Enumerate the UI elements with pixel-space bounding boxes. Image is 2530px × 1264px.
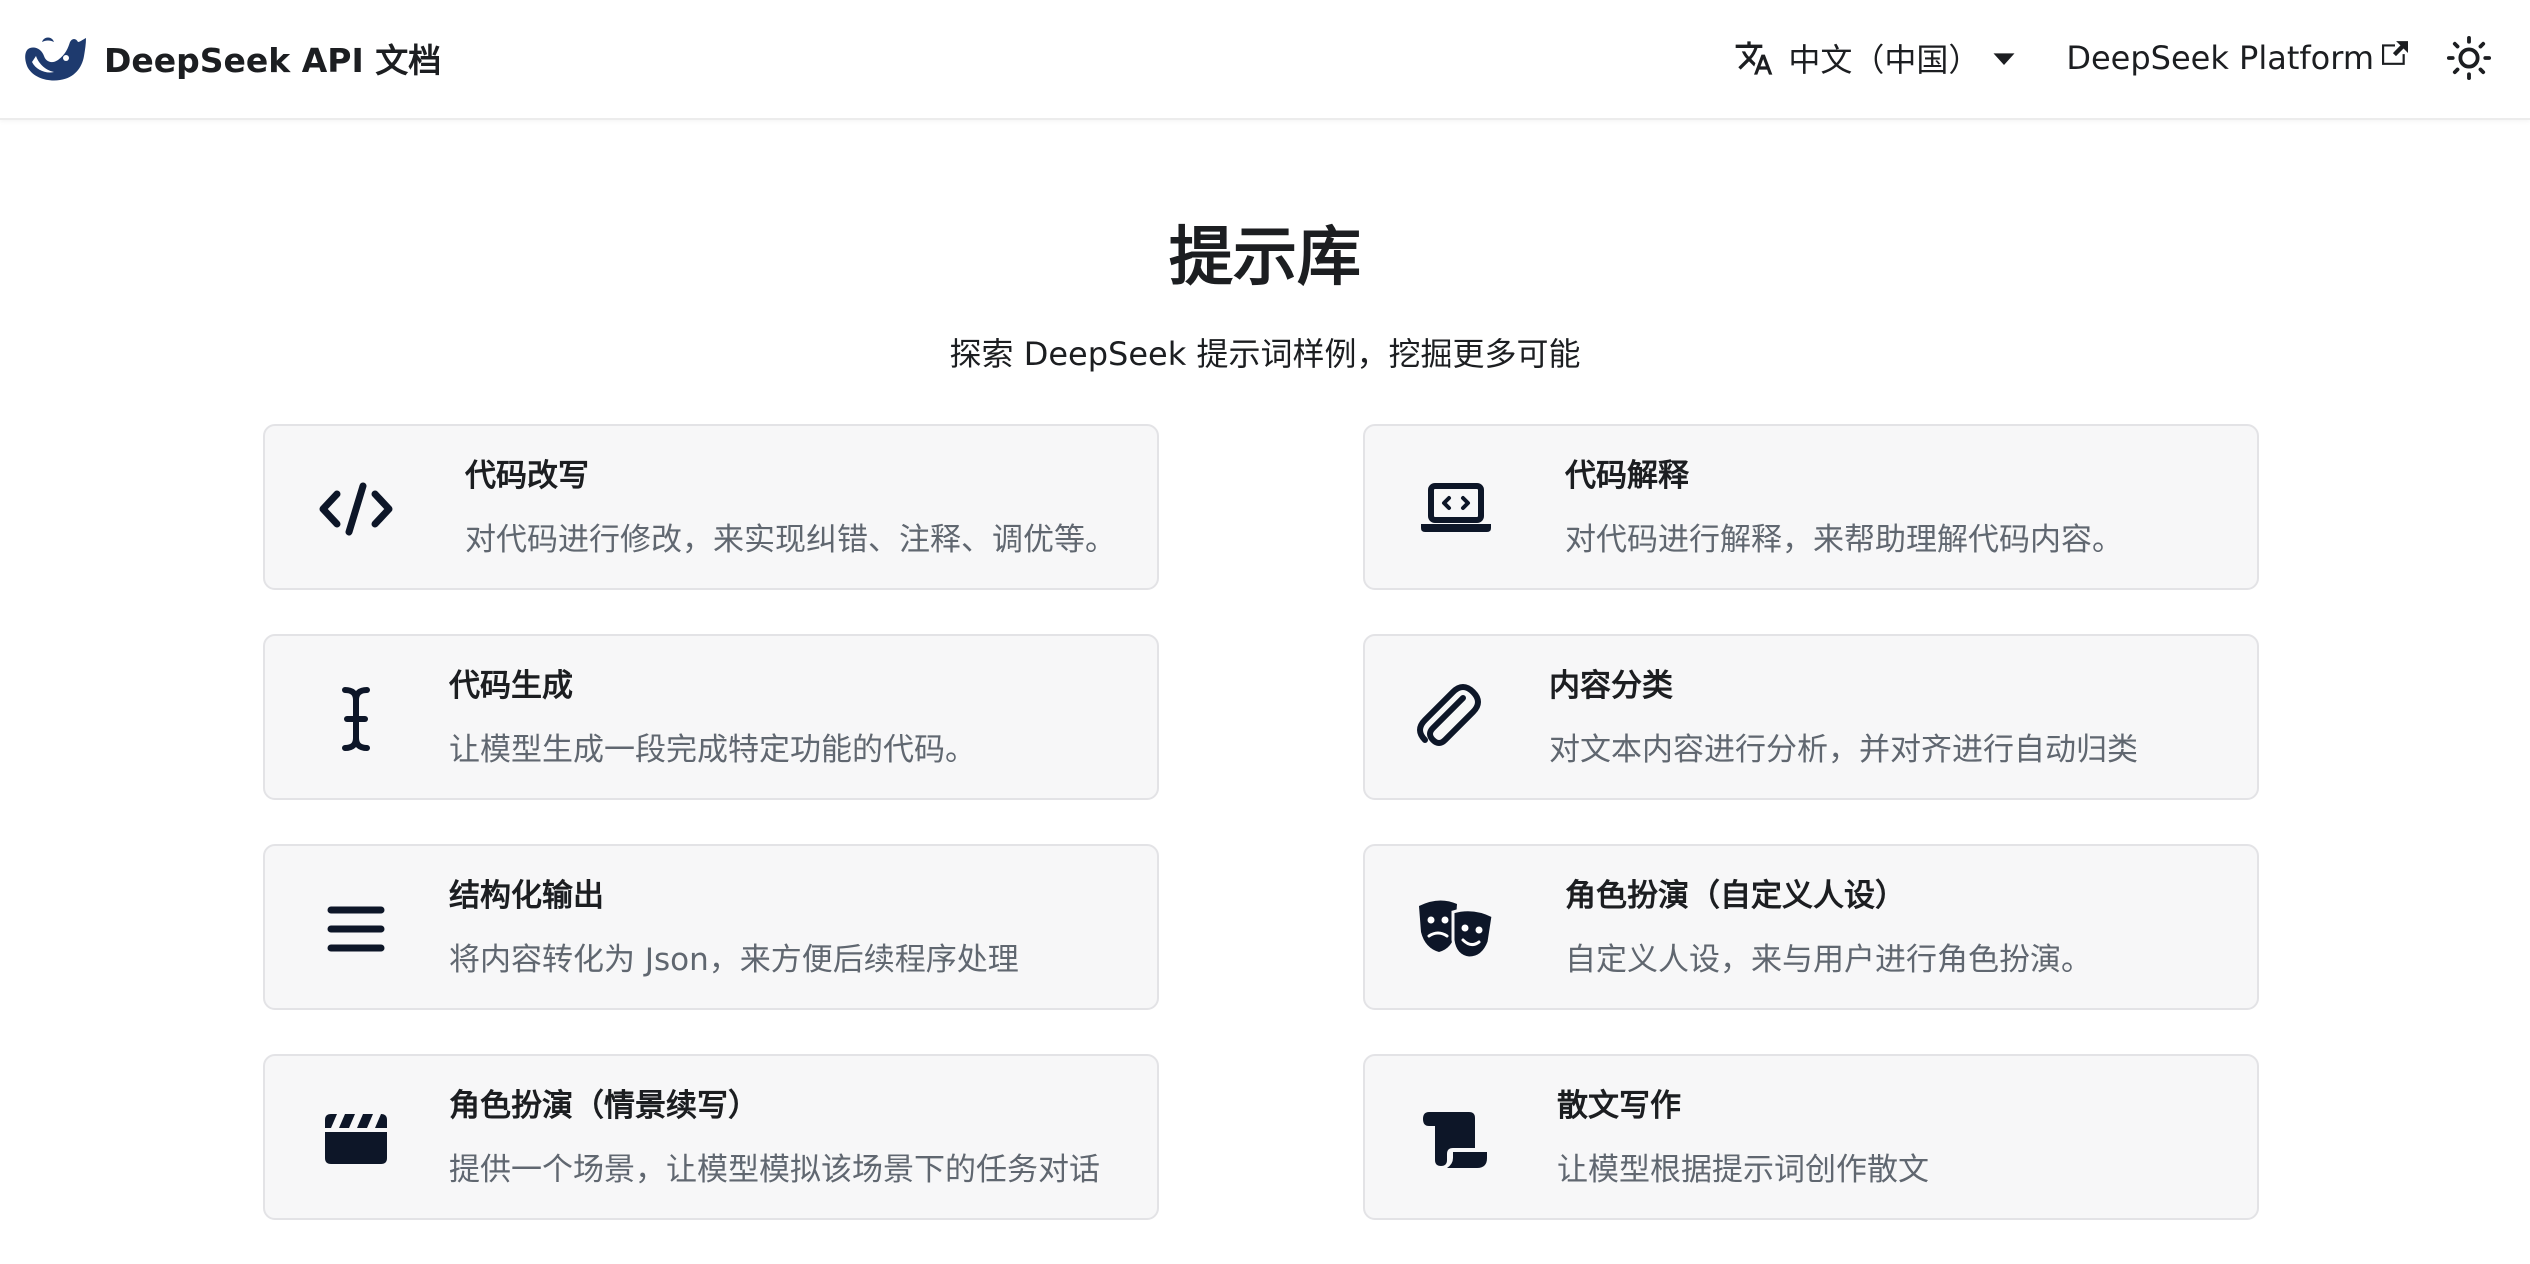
prompt-card-prose-writing[interactable]: 散文写作 让模型根据提示词创作散文 (1363, 1054, 2259, 1220)
card-description: 让模型根据提示词创作散文 (1557, 1152, 1929, 1188)
card-text: 代码改写 对代码进行修改，来实现纠错、注释、调优等。 (465, 452, 1116, 564)
card-text: 角色扮演（情景续写） 提供一个场景，让模型模拟该场景下的任务对话 (449, 1082, 1100, 1194)
card-description: 对代码进行解释，来帮助理解代码内容。 (1565, 522, 2123, 558)
locale-label: 中文（中国） (1788, 41, 1981, 79)
deepseek-whale-logo-icon (25, 37, 86, 81)
caret-down-icon (1993, 53, 2015, 65)
card-description: 对代码进行修改，来实现纠错、注释、调优等。 (465, 522, 1116, 558)
code-icon (313, 466, 399, 552)
card-description: 将内容转化为 Json，来方便后续程序处理 (449, 942, 1019, 978)
prompt-card-code-rewrite[interactable]: 代码改写 对代码进行修改，来实现纠错、注释、调优等。 (263, 424, 1159, 590)
laptop-code-icon (1413, 466, 1499, 552)
card-title: 代码解释 (1565, 458, 1689, 494)
card-text: 代码解释 对代码进行解释，来帮助理解代码内容。 (1565, 452, 2123, 564)
prompt-card-content-classify[interactable]: 内容分类 对文本内容进行分析，并对齐进行自动归类 (1363, 634, 2259, 800)
card-title: 代码改写 (465, 458, 589, 494)
navbar-right: 中文（中国） DeepSeek Platform (1734, 30, 2530, 86)
clapperboard-icon (313, 1096, 399, 1182)
card-text: 角色扮演（自定义人设） 自定义人设，来与用户进行角色扮演。 (1565, 872, 2092, 984)
page-subtitle: 探索 DeepSeek 提示词样例，挖掘更多可能 (949, 335, 1581, 373)
paperclip-icon (1405, 676, 1491, 762)
brand-link[interactable]: DeepSeek API 文档 (22, 30, 441, 86)
card-description: 自定义人设，来与用户进行角色扮演。 (1565, 942, 2092, 978)
card-title: 内容分类 (1549, 668, 1673, 704)
card-text: 代码生成 让模型生成一段完成特定功能的代码。 (449, 662, 976, 774)
platform-link[interactable]: DeepSeek Platform (2066, 39, 2408, 77)
prompt-card-code-explain[interactable]: 代码解释 对代码进行解释，来帮助理解代码内容。 (1363, 424, 2259, 590)
top-navbar: DeepSeek API 文档 中文（中国） DeepSeek Platform (0, 0, 2530, 120)
prompt-card-roleplay-scenario[interactable]: 角色扮演（情景续写） 提供一个场景，让模型模拟该场景下的任务对话 (263, 1054, 1159, 1220)
masks-theater-icon (1413, 886, 1499, 972)
prompt-card-structured-output[interactable]: 结构化输出 将内容转化为 Json，来方便后续程序处理 (263, 844, 1159, 1010)
card-text: 结构化输出 将内容转化为 Json，来方便后续程序处理 (449, 872, 1019, 984)
sun-icon[interactable] (2446, 35, 2492, 81)
card-title: 结构化输出 (449, 878, 604, 914)
platform-label: DeepSeek Platform (2066, 39, 2374, 77)
locale-dropdown[interactable]: 中文（中国） (1734, 35, 2018, 81)
brand-title: DeepSeek API 文档 (104, 41, 442, 80)
card-title: 散文写作 (1557, 1088, 1681, 1124)
card-description: 对文本内容进行分析，并对齐进行自动归类 (1549, 732, 2138, 768)
card-text: 内容分类 对文本内容进行分析，并对齐进行自动归类 (1549, 662, 2138, 774)
prompt-card-code-generate[interactable]: 代码生成 让模型生成一段完成特定功能的代码。 (263, 634, 1159, 800)
card-text: 散文写作 让模型根据提示词创作散文 (1557, 1082, 1929, 1194)
translate-icon (1735, 41, 1773, 75)
card-title: 角色扮演（情景续写） (449, 1088, 759, 1124)
bars-icon (313, 886, 399, 972)
card-description: 让模型生成一段完成特定功能的代码。 (449, 732, 976, 768)
external-link-icon (2382, 41, 2408, 65)
card-title: 代码生成 (449, 668, 573, 704)
prompt-card-roleplay-persona[interactable]: 角色扮演（自定义人设） 自定义人设，来与用户进行角色扮演。 (1363, 844, 2259, 1010)
scroll-icon (1413, 1096, 1499, 1182)
card-description: 提供一个场景，让模型模拟该场景下的任务对话 (449, 1152, 1100, 1188)
card-title: 角色扮演（自定义人设） (1565, 878, 1906, 914)
page-title: 提示库 (1169, 221, 1361, 295)
text-cursor-icon (313, 676, 399, 762)
